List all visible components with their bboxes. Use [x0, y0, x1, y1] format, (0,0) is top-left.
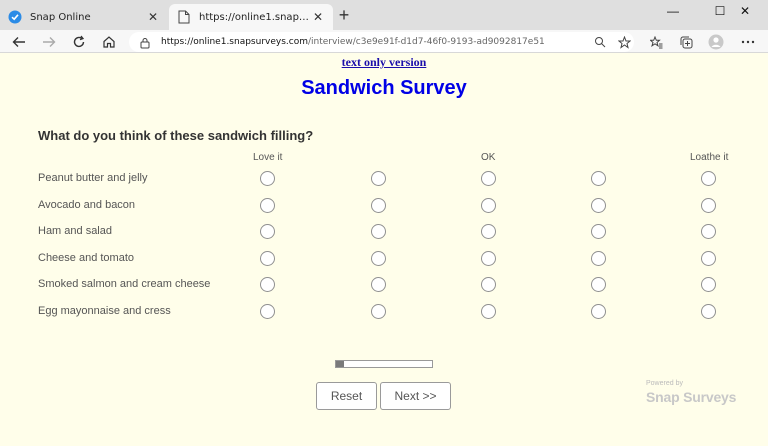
rating-radio[interactable] — [701, 197, 716, 213]
rating-radio[interactable] — [481, 224, 496, 239]
rating-radio[interactable] — [701, 303, 716, 319]
rating-radio[interactable] — [371, 277, 386, 292]
favorite-add-icon[interactable] — [614, 32, 634, 52]
close-icon[interactable]: ✕ — [146, 10, 160, 24]
rating-radio[interactable] — [260, 171, 275, 186]
reset-button[interactable]: Reset — [316, 382, 377, 410]
progress-bar — [335, 360, 433, 368]
snap-surveys-logo: Snap Surveys — [646, 389, 737, 405]
snap-check-icon — [8, 10, 22, 24]
home-icon[interactable] — [99, 32, 119, 52]
rating-radio[interactable] — [701, 171, 716, 186]
rating-radio[interactable] — [260, 224, 275, 239]
new-tab-icon[interactable]: + — [336, 6, 352, 24]
rating-radio[interactable] — [260, 197, 275, 213]
reload-icon[interactable] — [69, 32, 89, 52]
url-host: https://online1.snapsurveys.com — [161, 37, 308, 47]
rating-radio[interactable] — [591, 277, 606, 292]
rating-radio[interactable] — [481, 171, 496, 186]
browser-toolbar: https://online1.snapsurveys.com/intervie… — [0, 30, 768, 53]
address-bar[interactable]: https://online1.snapsurveys.com/intervie… — [129, 32, 634, 52]
tab-title: https://online1.snapsurveys.com/intervie… — [199, 11, 311, 23]
rating-radio[interactable] — [481, 197, 496, 213]
favorites-icon[interactable] — [646, 32, 666, 52]
row-label: Egg mayonnaise and cress — [38, 304, 171, 317]
window-close-icon[interactable]: ✕ — [722, 0, 768, 22]
scale-label-right: Loathe it — [690, 152, 729, 163]
rating-radio[interactable] — [260, 277, 275, 292]
rating-radio[interactable] — [481, 277, 496, 292]
rating-radio[interactable] — [591, 197, 606, 213]
page-title: Sandwich Survey — [301, 77, 467, 99]
row-label: Cheese and tomato — [38, 251, 135, 264]
back-icon[interactable] — [9, 32, 29, 52]
rating-radio[interactable] — [481, 303, 496, 319]
rating-radio[interactable] — [371, 224, 386, 239]
rating-radio[interactable] — [591, 303, 606, 319]
rating-radio[interactable] — [481, 250, 496, 266]
rating-radio[interactable] — [591, 224, 606, 239]
rating-radio[interactable] — [371, 171, 386, 186]
rating-radio[interactable] — [260, 250, 275, 266]
url-text: https://online1.snapsurveys.com/intervie… — [161, 37, 545, 47]
rating-radio[interactable] — [701, 277, 716, 292]
rating-radio[interactable] — [701, 224, 716, 239]
rating-radio[interactable] — [371, 197, 386, 213]
url-path: /interview/c3e9e91f-d1d7-46f0-9193-ad909… — [307, 37, 545, 47]
rating-radio[interactable] — [591, 250, 606, 266]
close-icon[interactable]: ✕ — [311, 10, 325, 24]
page-icon — [177, 10, 191, 24]
rating-radio[interactable] — [371, 303, 386, 319]
lock-icon[interactable] — [139, 36, 151, 49]
text-only-link[interactable]: text only version — [0, 55, 768, 70]
progress-fill — [336, 361, 344, 367]
row-label: Avocado and bacon — [38, 198, 136, 211]
row-label: Ham and salad — [38, 225, 112, 237]
minimize-icon[interactable]: — — [650, 0, 696, 22]
survey-page: text only version Sandwich Survey What d… — [0, 53, 768, 446]
collections-icon[interactable] — [676, 32, 696, 52]
tab-title: Snap Online — [30, 11, 91, 23]
tab-bar: Snap Online ✕ https://online1.snapsurvey… — [0, 0, 768, 30]
rating-radio[interactable] — [260, 303, 275, 319]
row-label: Peanut butter and jelly — [38, 172, 148, 184]
next-button[interactable]: Next >> — [380, 382, 451, 410]
question-text: What do you think of these sandwich fill… — [38, 128, 314, 143]
rating-radio[interactable] — [591, 171, 606, 186]
tab-survey[interactable]: https://online1.snapsurveys.com/intervie… — [169, 4, 333, 30]
row-label: Smoked salmon and cream cheese — [38, 278, 211, 290]
more-icon[interactable] — [738, 32, 758, 52]
forward-icon[interactable] — [39, 32, 59, 52]
rating-radio[interactable] — [371, 250, 386, 266]
zoom-icon[interactable] — [590, 32, 610, 52]
profile-icon[interactable] — [706, 32, 726, 52]
scale-label-middle: OK — [481, 152, 496, 163]
rating-radio[interactable] — [701, 250, 716, 266]
tab-snap-online[interactable]: Snap Online ✕ — [0, 4, 168, 30]
powered-by-text: Powered by — [646, 380, 683, 387]
scale-label-left: Love it — [253, 152, 283, 163]
